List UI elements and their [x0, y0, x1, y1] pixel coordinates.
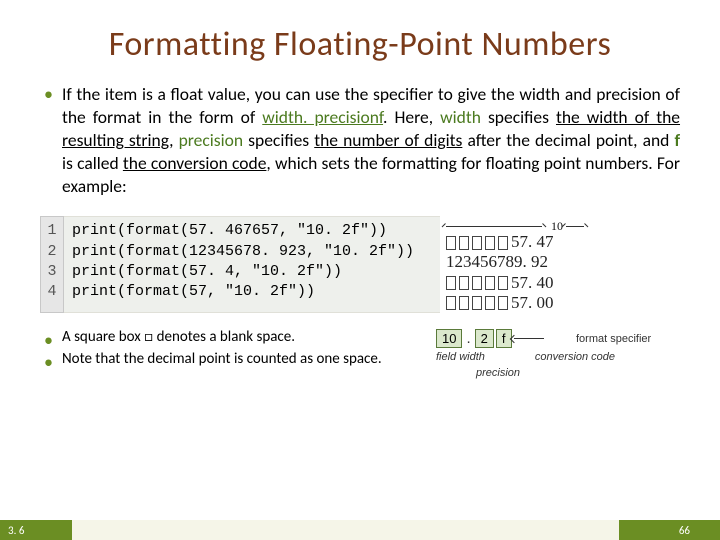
- output-row: 57. 00: [446, 293, 680, 313]
- blank-box-icon: [472, 276, 482, 290]
- page-number: 66: [649, 524, 720, 537]
- code-line: print(format(57, "10. 2f")): [72, 282, 432, 302]
- blank-box-icon: [485, 276, 495, 290]
- blank-box-icon: [472, 236, 482, 250]
- spec-label-text: format specifier: [576, 333, 651, 345]
- section-number: 3. 6: [0, 524, 32, 537]
- note-line: Note that the decimal point is counted a…: [40, 349, 420, 371]
- para-text: is called: [62, 152, 123, 174]
- width-arrow-icon: [566, 226, 584, 227]
- kw-precision: precision: [179, 129, 243, 151]
- slide-footer: 3. 6 66: [0, 520, 720, 540]
- blank-box-icon: [498, 296, 508, 310]
- code-line: print(format(57. 467657, "10. 2f")): [72, 221, 432, 241]
- blank-box-icon: [459, 276, 469, 290]
- code-box: print(format(57. 467657, "10. 2f")) prin…: [64, 216, 440, 313]
- spec-precision-box: 2: [475, 329, 494, 348]
- format-pattern: width. precisionf: [262, 106, 383, 128]
- u-code-def: the conversion code: [123, 152, 267, 174]
- slide-title: Formatting Floating-Point Numbers: [40, 24, 680, 65]
- blank-box-icon: [459, 236, 469, 250]
- blank-box-icon: [485, 236, 495, 250]
- spec-convcode-label: conversion code: [535, 351, 615, 363]
- line-number: 2: [41, 242, 63, 262]
- spec-fieldwidth-label: field width: [436, 351, 485, 363]
- output-row: 57. 40: [446, 273, 680, 293]
- width-arrow-icon: [446, 226, 542, 227]
- para-text: specifies: [481, 106, 556, 128]
- blank-box-icon: [485, 296, 495, 310]
- spec-width-box: 10: [436, 329, 462, 348]
- kw-f: f: [674, 129, 680, 151]
- main-paragraph: If the item is a float value, you can us…: [40, 83, 680, 198]
- spec-dot: .: [464, 330, 472, 347]
- blank-box-icon: [446, 276, 456, 290]
- output-column: 10 57. 47 123456789. 92 57. 40 57. 00: [446, 216, 680, 313]
- output-row: 123456789. 92: [446, 253, 680, 273]
- output-row: 57. 47: [446, 232, 680, 252]
- para-text: . Here,: [383, 106, 440, 128]
- kw-width: width: [440, 106, 481, 128]
- code-line: print(format(12345678. 923, "10. 2f")): [72, 242, 432, 262]
- blank-box-icon: [459, 296, 469, 310]
- blank-box-icon: [446, 296, 456, 310]
- line-number: 3: [41, 262, 63, 282]
- note-line: A square box □ denotes a blank space.: [40, 327, 420, 349]
- code-line: print(format(57. 4, "10. 2f")): [72, 262, 432, 282]
- notes-region: A square box □ denotes a blank space. No…: [40, 327, 680, 379]
- line-number: 1: [41, 221, 63, 241]
- output-value: 57. 00: [511, 292, 554, 315]
- spec-label: format specifier: [576, 333, 651, 345]
- blank-box-icon: [498, 236, 508, 250]
- slide: Formatting Floating-Point Numbers If the…: [0, 0, 720, 540]
- blank-box-icon: [472, 296, 482, 310]
- blank-box-icon: [498, 276, 508, 290]
- spec-precision-label: precision: [476, 367, 520, 379]
- para-text: specifies: [243, 129, 314, 151]
- blank-box-icon: [446, 236, 456, 250]
- format-spec-diagram: format specifier 10 . 2 f field width co…: [436, 327, 666, 379]
- code-region: 1 2 3 4 print(format(57. 467657, "10. 2f…: [40, 216, 680, 313]
- para-text: ,: [169, 129, 178, 151]
- u-precision-def: the number of digits: [314, 129, 462, 151]
- line-gutter: 1 2 3 4: [40, 216, 64, 313]
- line-number: 4: [41, 282, 63, 302]
- arrow-icon: [514, 338, 544, 339]
- para-text: after the decimal point, and: [462, 129, 674, 151]
